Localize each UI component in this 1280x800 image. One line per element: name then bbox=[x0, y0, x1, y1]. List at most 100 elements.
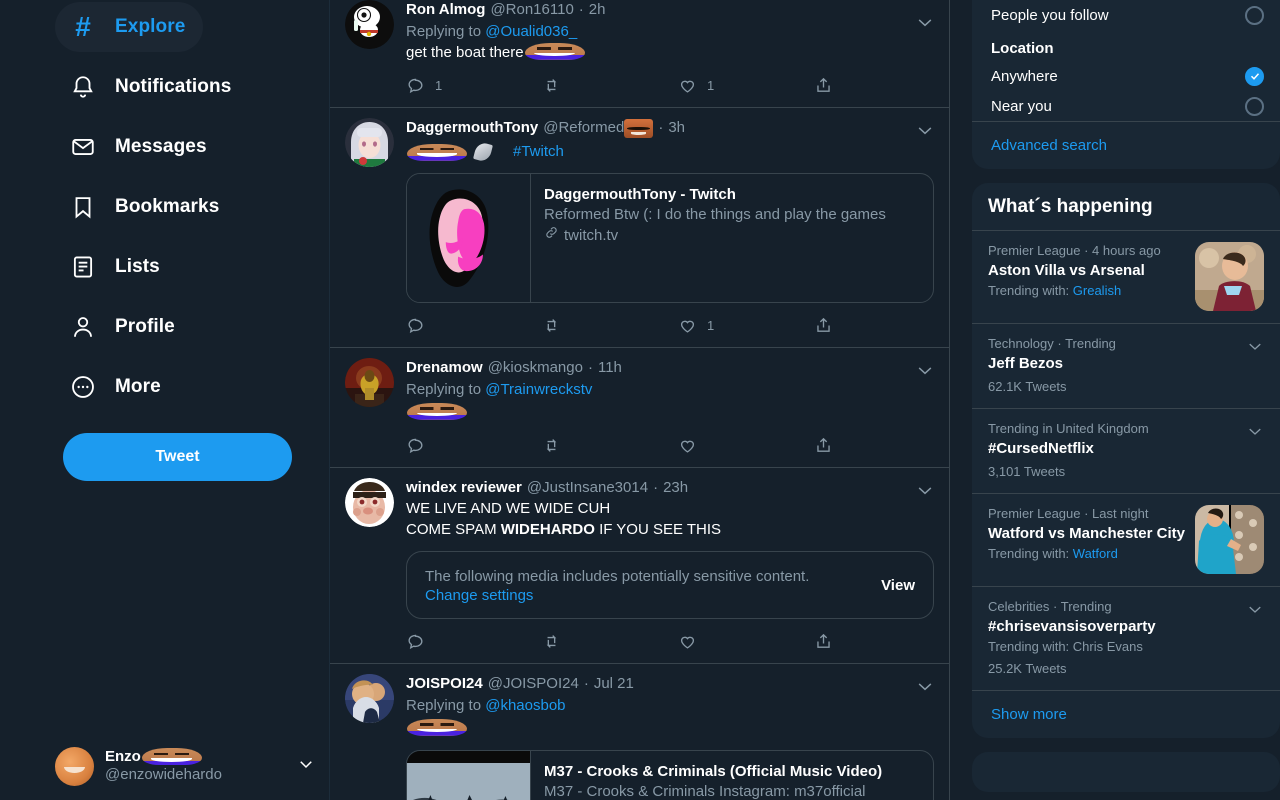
list-item[interactable]: Technology · Trending Jeff Bezos 62.1K T… bbox=[972, 324, 1280, 408]
trend-title: Watford vs Manchester City bbox=[988, 525, 1185, 542]
chevron-down-icon[interactable] bbox=[1246, 600, 1264, 623]
tweet-author-name[interactable]: windex reviewer bbox=[406, 478, 522, 498]
trend-link[interactable]: Grealish bbox=[1073, 283, 1121, 298]
tweet-timestamp[interactable]: 3h bbox=[668, 118, 685, 138]
like-button[interactable]: 1 bbox=[678, 76, 814, 95]
radio-button-unchecked-icon[interactable] bbox=[1245, 5, 1264, 25]
tweet-author-handle[interactable]: @Ron16110 bbox=[490, 0, 573, 20]
share-button[interactable] bbox=[814, 632, 833, 651]
filter-people-you-follow[interactable]: People you follow bbox=[972, 0, 1280, 30]
chevron-down-icon[interactable] bbox=[1246, 337, 1264, 360]
reply-button[interactable] bbox=[406, 436, 542, 455]
avatar[interactable] bbox=[345, 118, 394, 167]
share-button[interactable] bbox=[814, 76, 833, 95]
filter-anywhere[interactable]: Anywhere bbox=[972, 61, 1280, 91]
retweet-button[interactable] bbox=[542, 76, 678, 95]
hashtag-link[interactable]: #Twitch bbox=[513, 142, 564, 162]
hashtag-icon: # bbox=[75, 11, 91, 42]
reply-button[interactable]: 1 bbox=[406, 76, 542, 95]
trend-text: Premier League · 4 hours ago Aston Villa… bbox=[988, 242, 1185, 300]
filter-section-location: Location bbox=[991, 40, 1054, 57]
retweet-button[interactable] bbox=[542, 436, 678, 455]
replying-to-handle[interactable]: @Trainwreckstv bbox=[485, 381, 592, 398]
table-row[interactable]: DaggermouthTony @Reformed · 3h #Twitch D… bbox=[330, 108, 949, 348]
chevron-down-icon[interactable] bbox=[915, 480, 935, 500]
like-button[interactable] bbox=[678, 436, 814, 455]
reply-button[interactable] bbox=[406, 632, 542, 651]
tweet-author-handle[interactable]: @Reformed bbox=[543, 118, 654, 138]
list-item[interactable]: Celebrities · Trending #chrisevansisover… bbox=[972, 587, 1280, 690]
replying-to-handle[interactable]: @Oualid036_ bbox=[485, 23, 577, 40]
more-circle-icon bbox=[69, 373, 97, 401]
tweet-author-handle[interactable]: @kioskmango bbox=[488, 358, 583, 378]
chevron-down-icon[interactable] bbox=[915, 676, 935, 696]
sidebar-item-profile[interactable]: Profile bbox=[55, 302, 193, 352]
tweet-author-name[interactable]: DaggermouthTony bbox=[406, 118, 538, 138]
list-item[interactable]: Trending in United Kingdom #CursedNetfli… bbox=[972, 409, 1280, 493]
account-names: Enzo @enzowidehardo bbox=[105, 748, 286, 785]
trend-link[interactable]: Watford bbox=[1073, 546, 1118, 561]
sidebar-item-more[interactable]: More bbox=[55, 362, 179, 412]
share-button[interactable] bbox=[814, 316, 833, 335]
table-row[interactable]: Ron Almog @Ron16110 · 2h Replying to @Ou… bbox=[330, 0, 949, 108]
tweet-actions: 1 1 bbox=[406, 71, 934, 99]
tweet-author-name[interactable]: Drenamow bbox=[406, 358, 483, 378]
link-card[interactable]: M37 - Crooks & Criminals (Official Music… bbox=[406, 750, 934, 800]
list-item[interactable]: Premier League · 4 hours ago Aston Villa… bbox=[972, 231, 1280, 323]
sidebar-item-label: Bookmarks bbox=[115, 196, 220, 217]
chevron-down-icon[interactable] bbox=[297, 755, 315, 778]
avatar[interactable] bbox=[345, 358, 394, 407]
tweet-author-name[interactable]: JOISPOI24 bbox=[406, 674, 483, 694]
tweet-author-handle[interactable]: @JOISPOI24 bbox=[488, 674, 579, 694]
tweet-text-line-1: WE LIVE AND WE WIDE CUH bbox=[406, 500, 611, 517]
list-item[interactable]: Premier League · Last night Watford vs M… bbox=[972, 494, 1280, 586]
sidebar-item-label: Explore bbox=[115, 16, 186, 37]
radio-button-checked-icon[interactable] bbox=[1245, 66, 1264, 86]
tweet-timestamp[interactable]: 11h bbox=[598, 358, 622, 378]
avatar[interactable] bbox=[345, 0, 394, 49]
replying-to-handle[interactable]: @khaosbob bbox=[485, 697, 565, 714]
account-switcher[interactable]: Enzo @enzowidehardo bbox=[55, 738, 315, 794]
tweet-timestamp[interactable]: Jul 21 bbox=[594, 674, 634, 694]
table-row[interactable]: windex reviewer @JustInsane3014 · 23h WE… bbox=[330, 468, 949, 664]
like-count: 1 bbox=[707, 317, 715, 333]
avatar[interactable] bbox=[345, 674, 394, 723]
replying-to-label: Replying to bbox=[406, 381, 482, 398]
tweet-timestamp[interactable]: 2h bbox=[589, 0, 606, 20]
link-card[interactable]: DaggermouthTony - Twitch Reformed Btw (:… bbox=[406, 173, 934, 303]
tweet-author-name[interactable]: Ron Almog bbox=[406, 0, 485, 20]
separator-dot: · bbox=[658, 119, 664, 136]
avatar[interactable] bbox=[345, 478, 394, 527]
sidebar-item-notifications[interactable]: Notifications bbox=[55, 62, 249, 112]
link-card-text: M37 - Crooks & Criminals (Official Music… bbox=[531, 751, 933, 800]
advanced-search-link[interactable]: Advanced search bbox=[972, 122, 1280, 169]
like-button[interactable]: 1 bbox=[678, 316, 814, 335]
chevron-down-icon[interactable] bbox=[1246, 422, 1264, 445]
account-display-name-row: Enzo bbox=[105, 748, 286, 766]
chevron-down-icon[interactable] bbox=[915, 120, 935, 140]
table-row[interactable]: JOISPOI24 @JOISPOI24 · Jul 21 Replying t… bbox=[330, 664, 949, 800]
who-to-follow-card-partial[interactable] bbox=[972, 752, 1280, 792]
sensitive-notice-line: The following media includes potentially… bbox=[425, 568, 810, 585]
tweet-button[interactable]: Tweet bbox=[63, 433, 292, 481]
retweet-button[interactable] bbox=[542, 632, 678, 651]
sidebar-item-lists[interactable]: Lists bbox=[55, 242, 178, 292]
tweet-timestamp[interactable]: 23h bbox=[663, 478, 688, 498]
sidebar-item-bookmarks[interactable]: Bookmarks bbox=[55, 182, 237, 232]
chevron-down-icon[interactable] bbox=[915, 12, 935, 32]
like-button[interactable] bbox=[678, 632, 814, 651]
view-button[interactable]: View bbox=[867, 577, 915, 594]
chevron-down-icon[interactable] bbox=[915, 360, 935, 380]
reply-button[interactable] bbox=[406, 316, 542, 335]
share-button[interactable] bbox=[814, 436, 833, 455]
sidebar-item-explore[interactable]: # Explore bbox=[55, 2, 204, 52]
tweet-author-handle[interactable]: @JustInsane3014 bbox=[527, 478, 648, 498]
change-settings-link[interactable]: Change settings bbox=[425, 587, 867, 604]
retweet-button[interactable] bbox=[542, 316, 678, 335]
filter-label: Near you bbox=[991, 97, 1052, 115]
filter-near-you[interactable]: Near you bbox=[972, 91, 1280, 121]
sidebar-item-messages[interactable]: Messages bbox=[55, 122, 225, 172]
show-more-link[interactable]: Show more bbox=[972, 691, 1280, 738]
table-row[interactable]: Drenamow @kioskmango · 11h Replying to @… bbox=[330, 348, 949, 468]
radio-button-unchecked-icon[interactable] bbox=[1245, 96, 1264, 116]
